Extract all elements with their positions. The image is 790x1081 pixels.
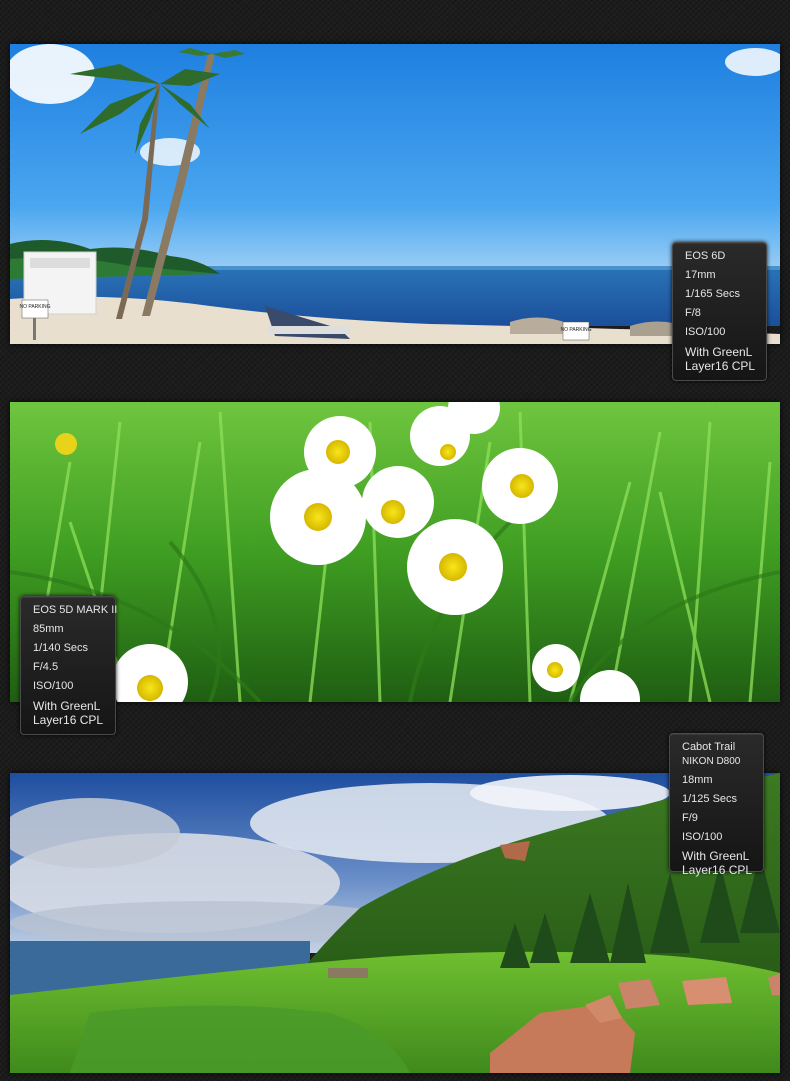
daisy-flower (304, 416, 376, 488)
camera-model: EOS 5D MARK II (33, 604, 118, 616)
sign-text: NO PARKING (560, 327, 591, 333)
filter-line-1: With GreenL (685, 345, 753, 359)
camera-info-box: EOS 5D MARK II 85mm 1/140 Secs F/4.5 ISO… (20, 596, 118, 735)
iso: ISO/100 (685, 326, 726, 338)
shutter-speed: 1/125 Secs (682, 793, 738, 805)
filter-line-2: Layer16 CPL (682, 863, 753, 877)
camera-model: EOS 6D (685, 250, 726, 262)
daisy-flower (407, 519, 503, 615)
filter-line-1: With GreenL (682, 849, 750, 863)
aperture: F/4.5 (33, 661, 59, 673)
camera-model: NIKON D800 (682, 756, 741, 767)
focal-length: 17mm (685, 269, 716, 281)
daisy-flower (362, 466, 434, 538)
no-parking-sign-right: NO PARKING (560, 321, 592, 341)
camera-info-box: Cabot Trail NIKON D800 18mm 1/125 Secs F… (669, 733, 764, 877)
shutter-speed: 1/140 Secs (33, 642, 89, 654)
camera-info-box: EOS 6D 17mm 1/165 Secs F/8 ISO/100 With … (672, 242, 767, 381)
sign-text: NO PARKING (19, 304, 50, 310)
iso: ISO/100 (33, 680, 74, 692)
coast-photo (10, 773, 780, 1073)
daisy-photo (10, 402, 780, 702)
coast-scene (10, 773, 780, 1073)
filter-line-1: With GreenL (33, 699, 101, 713)
daisy-scene (10, 402, 780, 702)
aperture: F/8 (685, 307, 701, 319)
yellow-bud (55, 433, 77, 455)
location-name: Cabot Trail (682, 741, 736, 753)
filter-line-2: Layer16 CPL (685, 359, 756, 373)
beach-scene: NO PARKING NO PARKING (10, 44, 780, 344)
daisy-flower (532, 644, 580, 692)
focal-length: 18mm (682, 774, 713, 786)
iso: ISO/100 (682, 831, 723, 843)
daisy-flower (482, 448, 558, 524)
focal-length: 85mm (33, 623, 64, 635)
beach-photo: NO PARKING NO PARKING (10, 44, 780, 344)
shutter-speed: 1/165 Secs (685, 288, 741, 300)
filter-line-2: Layer16 CPL (33, 713, 104, 727)
aperture: F/9 (682, 812, 698, 824)
